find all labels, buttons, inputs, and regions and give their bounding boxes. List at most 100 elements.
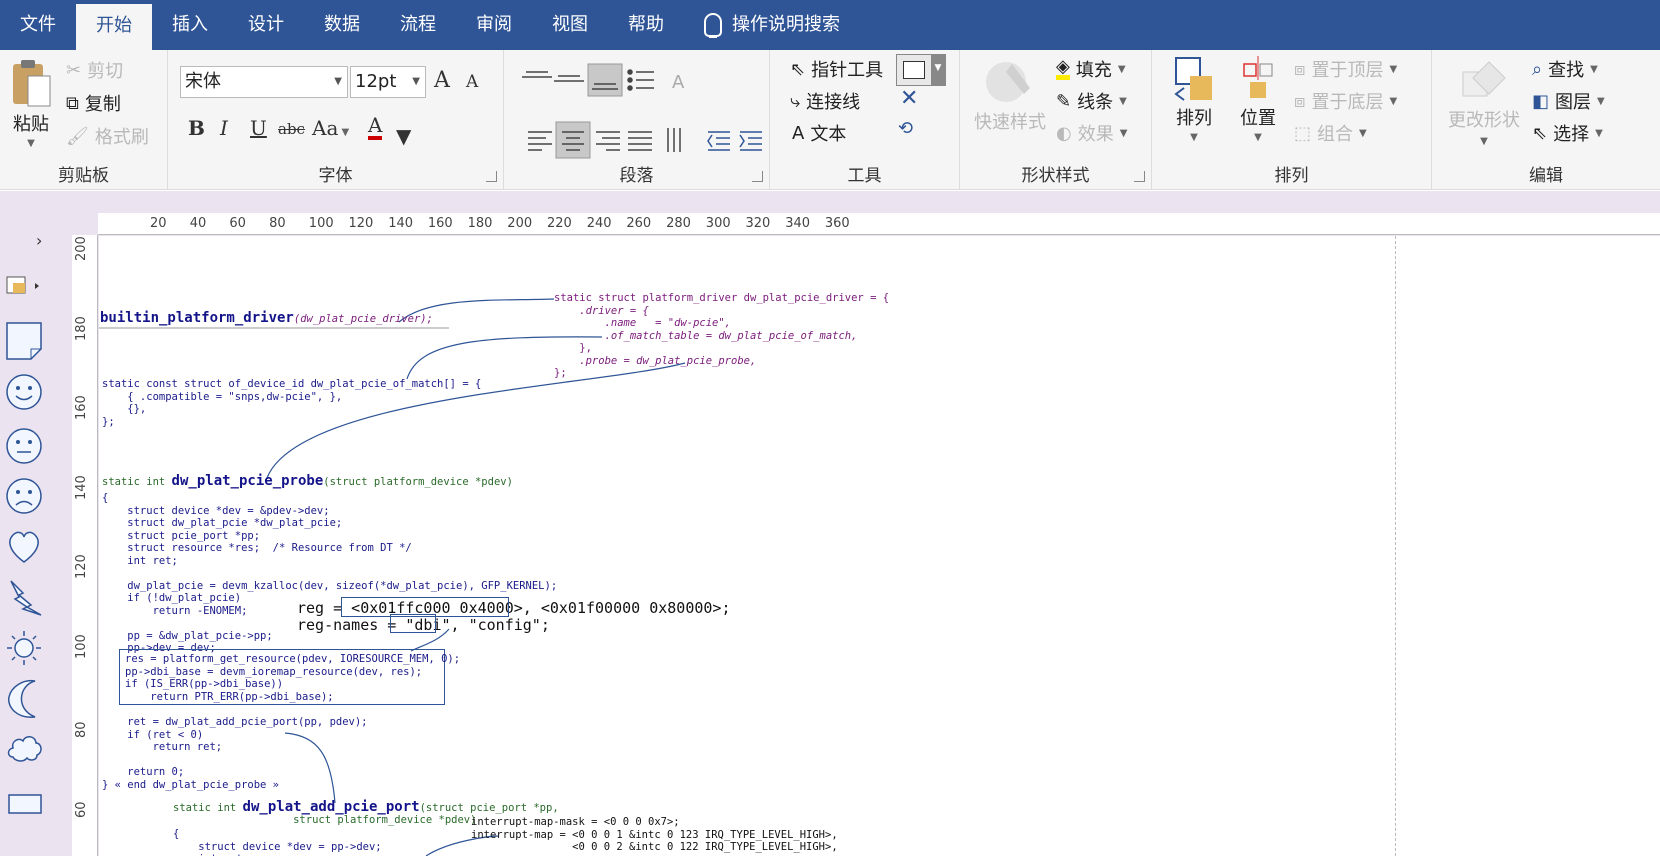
builtin-arg: (dw_plat_pcie_driver);: [293, 313, 433, 325]
format-painter-button[interactable]: 🖌 格式刷: [66, 123, 149, 149]
send-back-icon: ⧈: [1294, 90, 1306, 112]
paste-label: 粘贴: [13, 114, 49, 135]
ruler-label: 300: [705, 216, 731, 231]
find-label: 查找: [1548, 60, 1585, 81]
ruler-label: 200: [507, 216, 533, 231]
quick-styles-button[interactable]: 快速样式: [974, 58, 1046, 134]
pointer-tool-button[interactable]: ⇖ 指针工具: [790, 56, 883, 82]
underline-button[interactable]: U: [250, 116, 267, 140]
group-button[interactable]: ⬚ 组合 ▼: [1294, 120, 1367, 146]
chevron-down-icon: ▼: [1119, 95, 1127, 107]
stencil-menu-icon[interactable]: [5, 273, 41, 299]
ruler-label: 100: [308, 216, 334, 231]
strikethrough-button[interactable]: abc: [278, 120, 305, 138]
chevron-down-icon: ▼: [1117, 63, 1126, 75]
code-line: if (ret < 0): [102, 728, 204, 741]
chevron-down-icon: ▼: [1254, 132, 1262, 143]
effects-button[interactable]: ◐ 效果 ▼: [1056, 120, 1127, 146]
code-line: res = platform_get_resource(pdev, IORESO…: [125, 653, 461, 665]
bring-to-front-button[interactable]: ⧈ 置于顶层 ▼: [1294, 56, 1397, 82]
change-shape-button[interactable]: 更改形状 ▼: [1448, 58, 1520, 147]
shape-picker[interactable]: ▼: [896, 54, 946, 86]
add-port-params: (struct pcie_port *pp,: [419, 802, 559, 814]
fill-button[interactable]: ◈ 填充 ▼: [1056, 56, 1126, 82]
tell-me-label: 操作说明搜索: [732, 14, 840, 35]
select-button[interactable]: ⇖ 选择 ▼: [1532, 120, 1603, 146]
moon-shape-icon[interactable]: [5, 679, 43, 719]
heart-shape-icon[interactable]: [5, 527, 43, 565]
position-button[interactable]: 位置 ▼: [1238, 56, 1278, 143]
line-button[interactable]: ✎ 线条 ▼: [1056, 88, 1127, 114]
shapes-panel: ›: [0, 191, 46, 856]
paste-button[interactable]: 粘贴 ▼: [10, 58, 52, 149]
bold-button[interactable]: B: [188, 116, 205, 140]
cut-button[interactable]: ✂ 剪切: [66, 57, 123, 83]
tab-data[interactable]: 数据: [304, 0, 380, 50]
arrange-button[interactable]: 排列 ▼: [1174, 56, 1214, 143]
code-line: pp->dbi_base = devm_ioremap_resource(dev…: [125, 665, 423, 678]
dialog-launcher-icon[interactable]: [486, 171, 497, 182]
ruler-label: 340: [785, 216, 811, 231]
tab-help[interactable]: 帮助: [608, 0, 684, 50]
shrink-font-button[interactable]: A: [466, 72, 478, 92]
dialog-launcher-icon[interactable]: [752, 171, 763, 182]
ruler-label: 320: [745, 216, 771, 231]
tab-review[interactable]: 审阅: [456, 0, 532, 50]
tab-view[interactable]: 视图: [532, 0, 608, 50]
neutral-face-shape-icon[interactable]: [5, 427, 43, 465]
arrange-icon: [1174, 57, 1212, 101]
scroll-shape-icon[interactable]: [5, 791, 45, 817]
copy-button[interactable]: ⧉ 复制: [66, 90, 121, 116]
vertical-ruler: 200 180 160 140 120 100 80 60: [72, 235, 98, 856]
sun-shape-icon[interactable]: [5, 629, 43, 667]
cursor-icon: ⇖: [1532, 122, 1548, 144]
clipboard-group: 粘贴 ▼ ✂ 剪切 ⧉ 复制 🖌 格式刷 剪贴板: [0, 50, 168, 190]
tab-file[interactable]: 文件: [0, 0, 76, 50]
font-color-button[interactable]: A: [368, 114, 383, 140]
chevron-down-icon: ▼: [338, 127, 350, 138]
format-painter-label: 格式刷: [94, 127, 149, 148]
close-icon[interactable]: ✕: [900, 86, 918, 111]
font-size-select[interactable]: 12pt ▼: [350, 66, 426, 98]
ruler-label: 60: [74, 800, 89, 818]
send-to-back-button[interactable]: ⧈ 置于底层 ▼: [1294, 88, 1397, 114]
find-button[interactable]: ⌕ 查找 ▼: [1532, 56, 1598, 82]
chevron-down-icon: ▼: [1359, 127, 1367, 139]
lightning-shape-icon[interactable]: [5, 579, 43, 617]
code-line: struct pcie_port *pp;: [102, 529, 261, 542]
layers-button[interactable]: ◧ 图层 ▼: [1532, 88, 1605, 114]
driver-line: .probe = dw_plat_pcie_probe,: [554, 354, 757, 367]
font-family-select[interactable]: 宋体 ▼: [180, 66, 348, 98]
expand-panel-icon[interactable]: ›: [36, 231, 42, 250]
chevron-down-icon[interactable]: ▼: [931, 55, 945, 85]
tab-design[interactable]: 设计: [228, 0, 304, 50]
effects-icon: ◐: [1056, 122, 1072, 144]
tab-process[interactable]: 流程: [380, 0, 456, 50]
dialog-launcher-icon[interactable]: [1134, 171, 1145, 182]
rotate-icon[interactable]: ⟲: [898, 118, 913, 139]
connector-button[interactable]: ⤷ 连接线: [790, 88, 860, 114]
grow-font-button[interactable]: A: [434, 68, 450, 93]
match-table: static const struct of_device_id dw_plat…: [102, 378, 481, 428]
tab-home[interactable]: 开始: [76, 4, 152, 50]
sad-face-shape-icon[interactable]: [5, 477, 43, 515]
code-line: return 0;: [102, 766, 185, 778]
probe-name: dw_plat_pcie_probe: [171, 473, 324, 489]
note-shape-icon[interactable]: [5, 321, 43, 361]
clipboard-icon: [13, 60, 51, 107]
chevron-down-icon[interactable]: ▼: [396, 124, 411, 148]
change-case-button[interactable]: Aa ▼: [312, 116, 349, 140]
tell-me-search[interactable]: 操作说明搜索: [684, 0, 860, 50]
chevron-down-icon: ▼: [1597, 95, 1605, 107]
copy-icon: ⧉: [66, 92, 79, 114]
text-tool-button[interactable]: A 文本: [792, 120, 846, 146]
ruler-label: 140: [74, 474, 89, 500]
smiley-shape-icon[interactable]: [5, 373, 43, 411]
italic-button[interactable]: I: [220, 116, 228, 140]
add-port-body: { struct device *dev = pp->dev; int ret;: [173, 828, 382, 856]
ruler-label: 120: [348, 216, 374, 231]
pen-icon: ✎: [1056, 90, 1072, 112]
cloud-shape-icon[interactable]: [5, 731, 43, 765]
font-group: 宋体 ▼ 12pt ▼ A A B I U abc Aa ▼ A ▼ 字体: [168, 50, 504, 190]
tab-insert[interactable]: 插入: [152, 0, 228, 50]
